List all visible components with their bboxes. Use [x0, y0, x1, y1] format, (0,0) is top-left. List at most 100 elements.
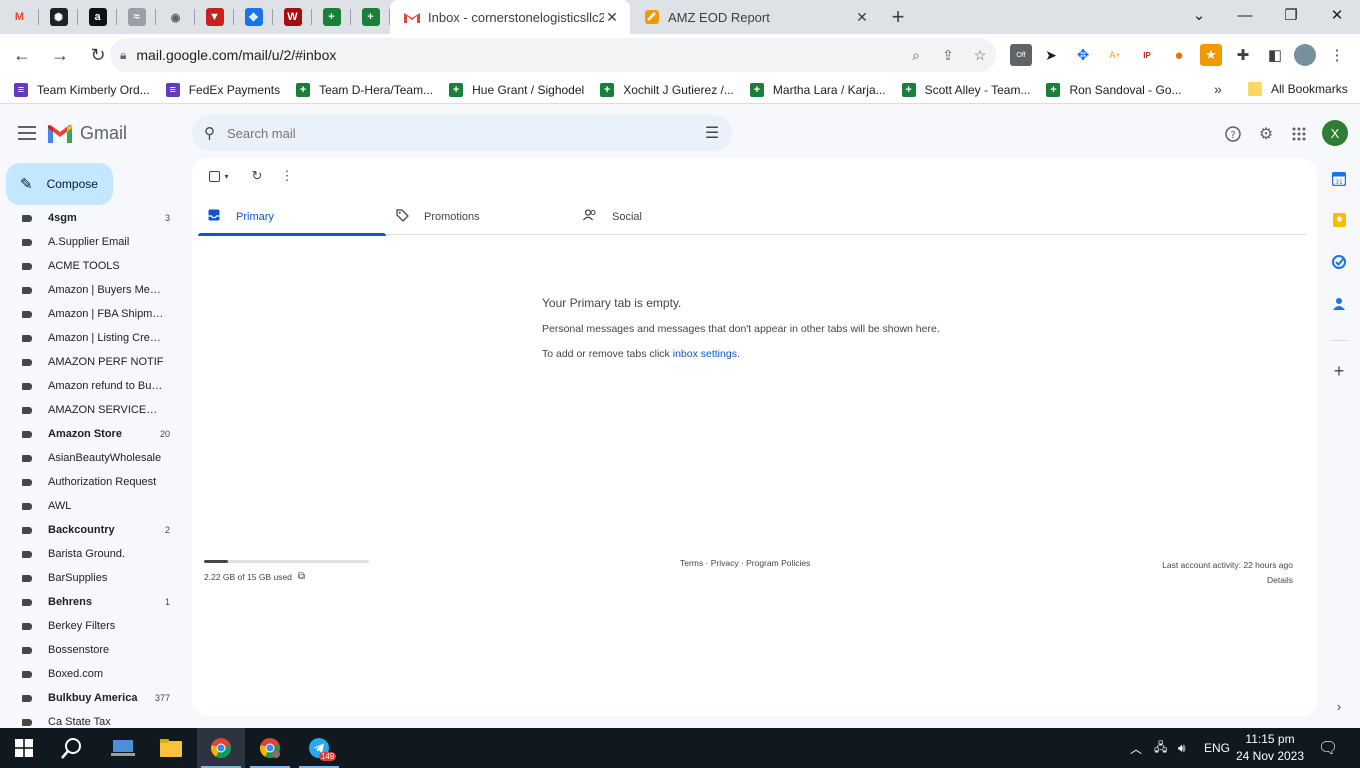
label-item[interactable]: Backcountry 2	[0, 518, 190, 542]
chrome-profile-taskbar-icon[interactable]	[246, 728, 294, 768]
windows-start-icon[interactable]	[0, 728, 48, 768]
all-bookmarks-button[interactable]: All Bookmarks	[1248, 82, 1348, 96]
search-input[interactable]	[227, 125, 692, 141]
close-window-button[interactable]: ✕	[1314, 0, 1360, 30]
extensions-puzzle-icon[interactable]: ✚	[1232, 44, 1254, 66]
extension-off-icon[interactable]: Off	[1010, 44, 1032, 66]
tab-search-icon[interactable]: ⌄	[1176, 0, 1222, 30]
label-item[interactable]: Bulkbuy America 377	[0, 686, 190, 710]
minimize-button[interactable]: —	[1222, 0, 1268, 30]
tab-gmail-inbox[interactable]: Inbox - cornerstonelogisticsllc20 ✕	[390, 0, 630, 34]
bookmark-item[interactable]: + Xochilt J Gutierez /...	[600, 82, 734, 97]
notifications-icon[interactable]: 🗨︎	[1318, 728, 1338, 768]
label-item[interactable]: BarSupplies	[0, 566, 190, 590]
profile-avatar-icon[interactable]	[1294, 44, 1316, 66]
bookmark-item[interactable]: + Team D-Hera/Team...	[296, 82, 433, 97]
label-item[interactable]: Berkey Filters	[0, 614, 190, 638]
label-item[interactable]: Amazon | Listing Created	[0, 326, 190, 350]
bookmark-star-icon[interactable]: ☆	[964, 47, 996, 64]
computer-icon[interactable]	[99, 728, 147, 768]
show-side-panel-icon[interactable]: ›	[1330, 697, 1348, 715]
label-item[interactable]: Amazon Store 20	[0, 422, 190, 446]
tab-promotions[interactable]: Promotions	[386, 198, 574, 235]
pinned-6-tab[interactable]: ▼	[195, 0, 234, 34]
label-item[interactable]: Amazon | FBA Shipments	[0, 302, 190, 326]
tab-social[interactable]: Social	[574, 198, 762, 235]
telegram-icon[interactable]: 149	[295, 728, 343, 768]
label-item[interactable]: Amazon | Buyers Messa...	[0, 278, 190, 302]
more-bookmarks-icon[interactable]: »	[1214, 81, 1222, 97]
sheets-pinned-2-tab[interactable]: +	[351, 0, 390, 34]
gmail-logo[interactable]: Gmail	[48, 123, 127, 144]
close-tab-icon[interactable]: ✕	[854, 9, 870, 26]
bookmark-item[interactable]: ≡ FedEx Payments	[165, 82, 280, 97]
back-button[interactable]: ←	[6, 39, 38, 71]
search-bar[interactable]: ⚲ ☰	[192, 115, 732, 151]
chatgpt-pinned-tab[interactable]: ✺	[39, 0, 78, 34]
settings-gear-icon[interactable]: ⚙	[1255, 123, 1277, 145]
extension-wheel-icon[interactable]: ✥	[1072, 44, 1094, 66]
label-item[interactable]: Ca State Tax	[0, 710, 190, 730]
extension-alert-icon[interactable]: IP	[1136, 44, 1158, 66]
label-item[interactable]: Amazon refund to Buyers	[0, 374, 190, 398]
more-options-icon[interactable]: ⋮	[272, 166, 302, 186]
bookmark-item[interactable]: ≡ Team Kimberly Ord...	[14, 82, 150, 97]
share-icon[interactable]: ⇪	[932, 47, 964, 64]
side-panel-icon[interactable]: ◧	[1264, 44, 1286, 66]
help-icon[interactable]: ?	[1222, 123, 1244, 145]
keep-icon[interactable]	[1330, 211, 1348, 229]
label-item[interactable]: Behrens 1	[0, 590, 190, 614]
contacts-icon[interactable]	[1330, 295, 1348, 313]
compose-button[interactable]: ✎ Compose	[6, 163, 113, 205]
language-indicator[interactable]: ENG	[1204, 728, 1230, 768]
extension-circle-icon[interactable]: ●	[1168, 44, 1190, 66]
restore-button[interactable]: ❐	[1268, 0, 1314, 30]
sheets-pinned-tab[interactable]: +	[312, 0, 351, 34]
tab-amz-eod-report[interactable]: AMZ EOD Report ✕	[630, 0, 880, 34]
privacy-link[interactable]: Privacy	[711, 558, 739, 568]
label-item[interactable]: ACME TOOLS	[0, 254, 190, 278]
select-checkbox[interactable]: ▾	[204, 166, 234, 186]
forward-button[interactable]: →	[44, 39, 76, 71]
search-icon[interactable]	[48, 728, 96, 768]
label-item[interactable]: Barista Ground.	[0, 542, 190, 566]
terms-link[interactable]: Terms	[680, 558, 703, 568]
account-avatar[interactable]: X	[1322, 120, 1348, 146]
calendar-icon[interactable]: 31	[1330, 170, 1348, 188]
bookmark-item[interactable]: + Martha Lara / Karja...	[749, 82, 886, 97]
chrome-taskbar-icon[interactable]	[197, 728, 245, 768]
search-icon[interactable]: ⚲	[204, 124, 215, 142]
extension-boost-icon[interactable]: A+	[1104, 44, 1126, 66]
apps-grid-icon[interactable]	[1288, 123, 1310, 145]
program-policies-link[interactable]: Program Policies	[746, 558, 810, 568]
pinned-7-tab[interactable]: ✥	[234, 0, 273, 34]
pinned-8-tab[interactable]: W	[273, 0, 312, 34]
search-options-icon[interactable]: ☰	[692, 123, 732, 143]
main-menu-icon[interactable]	[16, 123, 38, 143]
tasks-icon[interactable]	[1330, 253, 1348, 271]
details-link[interactable]: Details	[1162, 573, 1293, 588]
bookmark-item[interactable]: + Ron Sandoval - Go...	[1046, 82, 1182, 97]
address-bar[interactable]: 🔒︎ mail.google.com/mail/u/2/#inbox ⌕ ⇪ ☆	[110, 38, 996, 72]
new-tab-button[interactable]: +	[880, 4, 916, 30]
show-hidden-icons[interactable]: ︿	[1130, 728, 1142, 768]
chrome-menu-icon[interactable]: ⋮	[1326, 44, 1348, 66]
label-item[interactable]: A.Supplier Email	[0, 230, 190, 254]
network-icon[interactable]: 🖧︎	[1154, 728, 1167, 768]
zoom-icon[interactable]: ⌕	[900, 47, 932, 64]
extension-arrow-icon[interactable]: ➤	[1040, 44, 1062, 66]
clock[interactable]: 11:15 pm 24 Nov 2023	[1232, 731, 1308, 765]
extension-star-icon[interactable]: ★	[1200, 44, 1222, 66]
close-tab-icon[interactable]: ✕	[604, 9, 620, 26]
label-item[interactable]: AMAZON PERF NOTIF	[0, 350, 190, 374]
site-info-icon[interactable]: 🔒︎	[120, 48, 126, 63]
globe-pinned-tab[interactable]: ◉	[156, 0, 195, 34]
tab-primary[interactable]: Primary	[198, 198, 386, 236]
open-in-new-icon[interactable]: ⧉	[298, 571, 305, 582]
label-item[interactable]: AsianBeautyWholesale	[0, 446, 190, 470]
file-explorer-icon[interactable]	[147, 728, 195, 768]
amazon-pinned-tab[interactable]: a	[78, 0, 117, 34]
pinned-4-tab[interactable]: ≈	[117, 0, 156, 34]
gmail-pinned-tab[interactable]: M	[0, 0, 39, 34]
label-item[interactable]: Bossenstore	[0, 638, 190, 662]
